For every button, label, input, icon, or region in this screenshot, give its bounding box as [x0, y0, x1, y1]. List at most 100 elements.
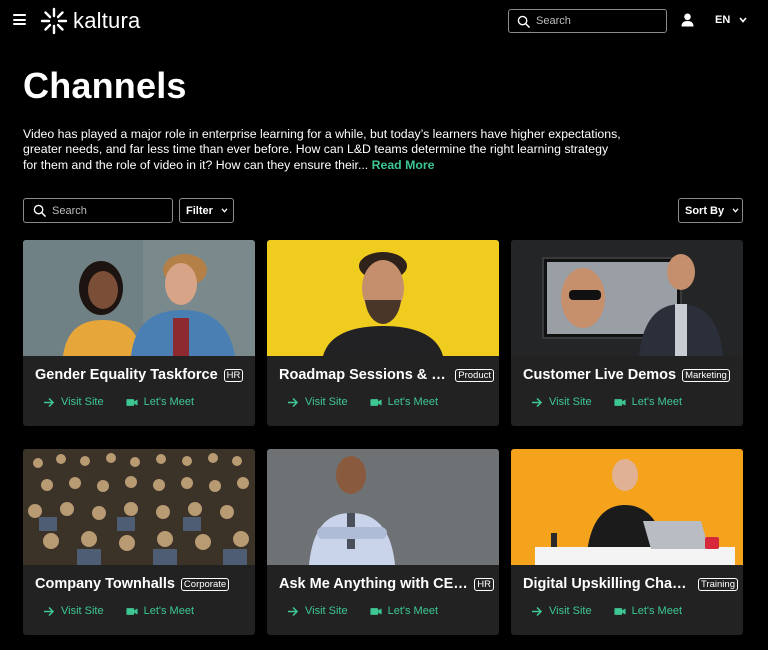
lets-meet-link[interactable]: Let's Meet	[126, 605, 194, 617]
logo-text: kaltura	[73, 8, 141, 33]
arrow-right-icon	[288, 606, 299, 616]
channel-thumbnail[interactable]	[511, 240, 743, 356]
filter-label: Filter	[186, 204, 213, 217]
user-icon[interactable]	[681, 13, 694, 27]
card-actions: Visit Site Let's Meet	[287, 605, 438, 617]
channel-thumbnail-image	[23, 449, 255, 565]
channel-thumbnail-image	[23, 240, 255, 356]
kaltura-logo-icon	[40, 7, 68, 35]
channel-card[interactable]: Digital Upskilling Chan... Training Visi…	[511, 449, 743, 635]
card-actions: Visit Site Let's Meet	[531, 396, 682, 408]
card-tag: Training	[698, 577, 738, 591]
chevron-down-icon	[221, 208, 228, 213]
channel-thumbnail[interactable]	[23, 449, 255, 565]
channel-thumbnail[interactable]	[511, 449, 743, 565]
kaltura-logo[interactable]: kaltura	[40, 7, 140, 35]
read-more-link[interactable]: Read More	[372, 158, 435, 172]
search-icon	[33, 204, 46, 217]
card-title[interactable]: Gender Equality Taskforce	[35, 367, 218, 383]
top-bar: kaltura EN	[0, 0, 768, 42]
video-camera-icon	[370, 607, 382, 615]
visit-site-label: Visit Site	[61, 605, 104, 617]
card-title[interactable]: Company Townhalls	[35, 576, 175, 592]
channel-thumbnail-image	[267, 449, 499, 565]
card-title-row: Customer Live Demos Marketing	[523, 367, 738, 383]
card-title-row: Company Townhalls Corporate	[35, 576, 250, 592]
visit-site-link[interactable]: Visit Site	[531, 396, 592, 408]
card-title-row: Digital Upskilling Chan... Training	[523, 576, 738, 592]
channel-thumbnail-image	[511, 449, 743, 565]
card-title-row: Ask Me Anything with CEO... HR	[279, 576, 494, 592]
lets-meet-label: Let's Meet	[143, 396, 194, 408]
lets-meet-label: Let's Meet	[387, 605, 438, 617]
visit-site-label: Visit Site	[61, 396, 104, 408]
card-title[interactable]: Digital Upskilling Chan...	[523, 576, 692, 592]
visit-site-link[interactable]: Visit Site	[287, 396, 348, 408]
channel-card[interactable]: Gender Equality Taskforce HR Visit Site …	[23, 240, 255, 426]
page-title: Channels	[23, 65, 187, 106]
visit-site-link[interactable]: Visit Site	[287, 605, 348, 617]
lets-meet-label: Let's Meet	[631, 396, 682, 408]
language-label: EN	[715, 14, 731, 26]
card-tag: HR	[223, 368, 244, 382]
arrow-right-icon	[288, 397, 299, 407]
channel-search[interactable]	[23, 198, 173, 223]
card-title[interactable]: Ask Me Anything with CEO...	[279, 576, 468, 592]
card-title[interactable]: Customer Live Demos	[523, 367, 676, 383]
channel-thumbnail[interactable]	[267, 240, 499, 356]
language-selector[interactable]: EN	[715, 14, 747, 26]
video-camera-icon	[126, 607, 138, 615]
header-search[interactable]	[508, 9, 667, 33]
card-actions: Visit Site Let's Meet	[287, 396, 438, 408]
header-search-input[interactable]	[536, 15, 656, 27]
visit-site-link[interactable]: Visit Site	[43, 605, 104, 617]
channel-card[interactable]: Customer Live Demos Marketing Visit Site…	[511, 240, 743, 426]
card-actions: Visit Site Let's Meet	[43, 605, 194, 617]
video-camera-icon	[126, 398, 138, 406]
arrow-right-icon	[44, 606, 55, 616]
video-camera-icon	[614, 607, 626, 615]
channel-thumbnail[interactable]	[23, 240, 255, 356]
card-tag: Marketing	[682, 368, 730, 382]
lets-meet-link[interactable]: Let's Meet	[370, 605, 438, 617]
visit-site-link[interactable]: Visit Site	[43, 396, 104, 408]
arrow-right-icon	[44, 397, 55, 407]
card-tag: Product	[455, 368, 494, 382]
card-title-row: Roadmap Sessions & Pr... Product	[279, 367, 494, 383]
menu-icon[interactable]	[13, 14, 26, 25]
channel-card[interactable]: Ask Me Anything with CEO... HR Visit Sit…	[267, 449, 499, 635]
sort-label: Sort By	[685, 204, 725, 217]
filter-button[interactable]: Filter	[179, 198, 234, 223]
lets-meet-label: Let's Meet	[387, 396, 438, 408]
visit-site-label: Visit Site	[305, 396, 348, 408]
channel-thumbnail[interactable]	[267, 449, 499, 565]
card-actions: Visit Site Let's Meet	[43, 396, 194, 408]
lets-meet-link[interactable]: Let's Meet	[614, 396, 682, 408]
chevron-down-icon	[739, 17, 747, 23]
lets-meet-label: Let's Meet	[631, 605, 682, 617]
channel-thumbnail-image	[267, 240, 499, 356]
channel-card[interactable]: Company Townhalls Corporate Visit Site L…	[23, 449, 255, 635]
card-title[interactable]: Roadmap Sessions & Pr...	[279, 367, 449, 383]
page-description: Video has played a major role in enterpr…	[23, 127, 623, 173]
card-actions: Visit Site Let's Meet	[531, 605, 682, 617]
sort-button[interactable]: Sort By	[678, 198, 743, 223]
visit-site-label: Visit Site	[549, 396, 592, 408]
channel-search-input[interactable]	[52, 204, 162, 217]
arrow-right-icon	[532, 397, 543, 407]
channel-card[interactable]: Roadmap Sessions & Pr... Product Visit S…	[267, 240, 499, 426]
card-tag: HR	[474, 577, 494, 591]
visit-site-label: Visit Site	[305, 605, 348, 617]
visit-site-label: Visit Site	[549, 605, 592, 617]
lets-meet-link[interactable]: Let's Meet	[370, 396, 438, 408]
search-icon	[517, 15, 530, 28]
video-camera-icon	[370, 398, 382, 406]
channel-thumbnail-image	[511, 240, 743, 356]
lets-meet-link[interactable]: Let's Meet	[614, 605, 682, 617]
card-tag: Corporate	[180, 577, 230, 591]
arrow-right-icon	[532, 606, 543, 616]
lets-meet-label: Let's Meet	[143, 605, 194, 617]
chevron-down-icon	[732, 208, 739, 213]
lets-meet-link[interactable]: Let's Meet	[126, 396, 194, 408]
visit-site-link[interactable]: Visit Site	[531, 605, 592, 617]
